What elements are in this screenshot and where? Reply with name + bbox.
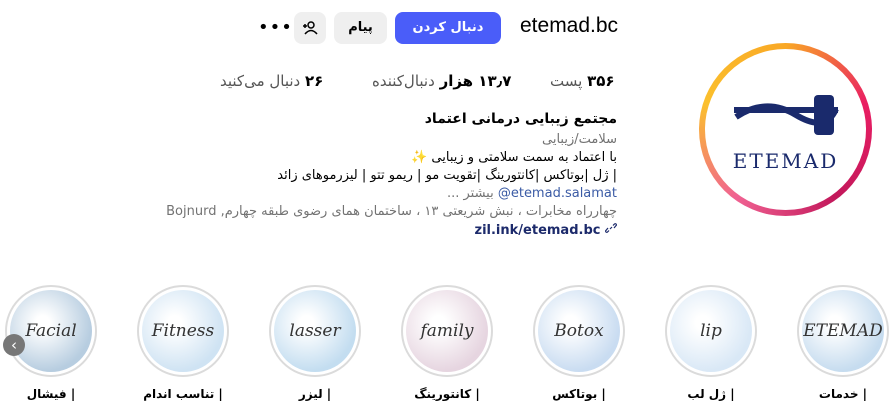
highlight-cover: ETEMAD (802, 290, 884, 372)
add-user-button[interactable] (294, 12, 326, 44)
profile-avatar[interactable]: ETEMAD (699, 43, 872, 216)
username: etemad.bc (520, 14, 619, 37)
highlight-item[interactable]: family (401, 285, 493, 377)
highlight-item[interactable]: Fitness (137, 285, 229, 377)
highlight-item[interactable]: Botox (533, 285, 625, 377)
highlight-label: | فیشال (26, 387, 76, 401)
mention-link[interactable]: etemad.salamat@ (498, 186, 617, 201)
highlight-label: | خدمات (818, 387, 868, 401)
following-count[interactable]: ۲۶ دنبال می‌کنید (220, 72, 323, 90)
highlight-item[interactable]: ETEMAD (797, 285, 889, 377)
bio-more-button[interactable]: بیشتر ... (447, 186, 494, 201)
followers-count[interactable]: ۱۳٫۷ هزار دنبال‌کننده (372, 72, 511, 90)
profile-name: مجتمع زیبایی درمانی اعتماد (424, 111, 617, 127)
posts-count: ۳۵۶ پست (550, 72, 615, 90)
follow-button[interactable]: دنبال کردن (395, 12, 501, 44)
highlight-item[interactable]: lasser (269, 285, 361, 377)
link-icon (604, 223, 618, 233)
profile-category: سلامت/زیبایی (542, 132, 617, 147)
add-user-icon (303, 21, 318, 35)
highlight-label: | لیزر (298, 387, 332, 401)
highlight-cover: Fitness (142, 290, 224, 372)
more-options-icon[interactable]: ••• (258, 17, 293, 38)
highlight-cover: Botox (538, 290, 620, 372)
avatar-logo: ETEMAD (705, 49, 866, 210)
highlight-label: | بوتاکس (552, 387, 606, 401)
highlight-cover: lip (670, 290, 752, 372)
bio-address: چهارراه مخابرات ، نبش شریعتی ۱۳ ، ساختما… (166, 204, 617, 219)
message-button[interactable]: پیام (334, 12, 387, 44)
bio-line-1: با اعتماد به سمت سلامتی و زیبایی ✨ (411, 150, 617, 165)
external-link[interactable]: zil.ink/etemad.bc (475, 222, 618, 238)
highlight-label: | کانتورینگ (414, 387, 480, 401)
highlight-cover: family (406, 290, 488, 372)
highlight-label: | ژل لب (687, 387, 735, 401)
bio-line-2: | ژل |بوتاکس |کانتورینگ |تقویت مو | ریمو… (277, 168, 617, 183)
bio-line-3: etemad.salamat@ بیشتر ... (447, 186, 617, 201)
scroll-left-arrow-icon[interactable]: ‹ (3, 334, 25, 356)
etemad-logo-icon (733, 94, 839, 135)
highlight-label: | تناسب اندام (143, 387, 223, 401)
highlight-cover: Facial (10, 290, 92, 372)
highlight-item[interactable]: Facial (5, 285, 97, 377)
logo-text: ETEMAD (732, 148, 839, 173)
highlight-item[interactable]: lip (665, 285, 757, 377)
highlight-cover: lasser (274, 290, 356, 372)
